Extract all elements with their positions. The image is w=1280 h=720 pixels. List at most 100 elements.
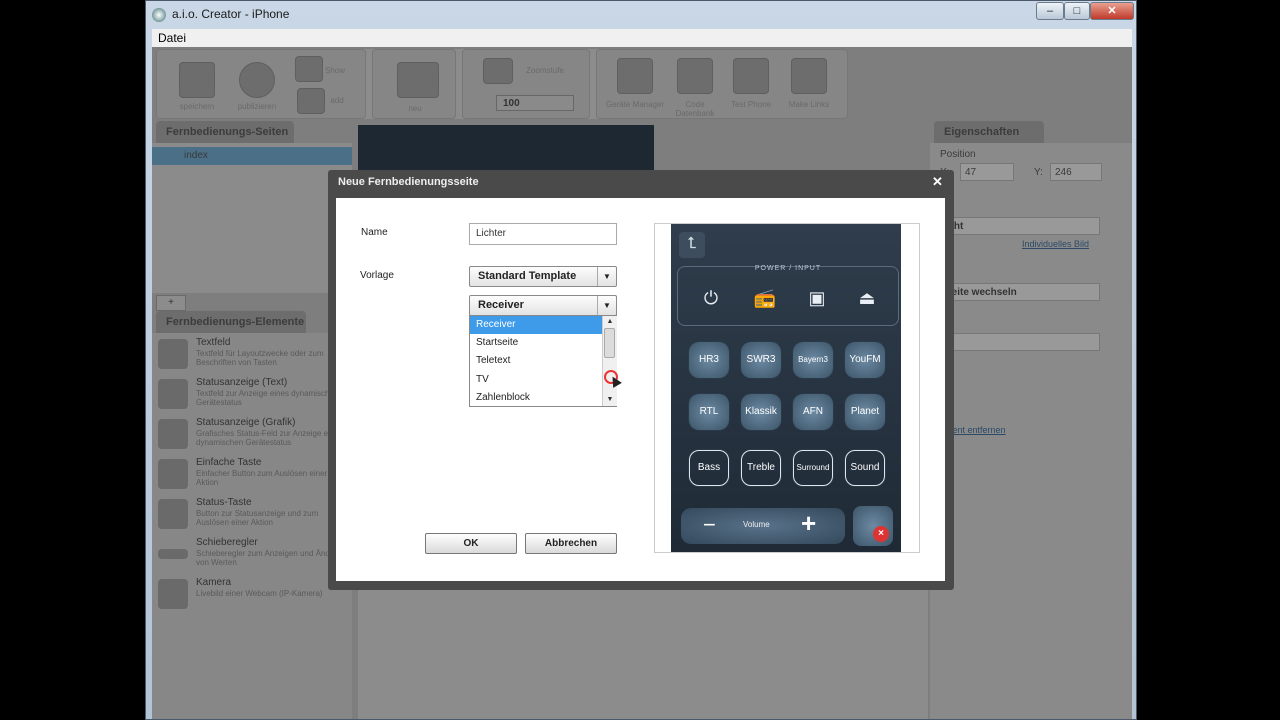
save-label: speichern — [179, 102, 215, 111]
show-label: Show — [324, 66, 345, 75]
test-phone-icon[interactable] — [733, 58, 769, 94]
element-item-slider[interactable]: Schieberegler Schieberegler zum Anzeigen… — [152, 535, 352, 575]
element-item-camera[interactable]: Kamera Livebild einer Webcam (IP-Kamera) — [152, 575, 352, 615]
status-button-icon — [158, 499, 188, 529]
code-database-icon[interactable] — [677, 58, 713, 94]
element-title: Statusanzeige (Text) — [196, 377, 288, 388]
code-database-label: Code Datenbank — [675, 100, 715, 118]
element-desc: Einfacher Button zum Auslösen einer Akti… — [196, 469, 328, 487]
element-desc: Button zur Statusanzeige und zum Auslöse… — [196, 509, 319, 527]
sound-button-treble: Treble — [741, 450, 781, 486]
element-title: Schieberegler — [196, 537, 258, 548]
publish-icon[interactable] — [239, 62, 275, 98]
scroll-up-icon[interactable]: ▲ — [603, 316, 617, 327]
station-button-swr3: SWR3 — [741, 342, 781, 378]
volume-plus-icon: + — [801, 508, 817, 538]
sound-button-bass: Bass — [689, 450, 729, 486]
position-label: Position — [940, 149, 976, 160]
station-button-bayern3: Bayern3 — [793, 342, 833, 378]
device-manager-label: Geräte Manager — [605, 100, 665, 109]
name-label: Name — [361, 227, 388, 238]
new-page-dialog: Neue Fernbedienungsseite ✕ Name Lichter … — [328, 170, 954, 590]
toolbar-group-file: speichern publizieren Show add — [156, 49, 366, 119]
app-icon — [152, 8, 166, 22]
element-item-status-text[interactable]: Statusanzeige (Text) Textfeld zur Anzeig… — [152, 375, 352, 415]
toolbar-group-new: neu — [372, 49, 456, 119]
y-input[interactable]: 246 — [1050, 163, 1102, 181]
dropdown-option-tv[interactable]: TV — [470, 371, 602, 389]
ok-button[interactable]: OK — [425, 533, 517, 554]
save-icon[interactable] — [179, 62, 215, 98]
volume-label: Volume — [743, 520, 770, 529]
sound-button-sound: Sound — [845, 450, 885, 486]
new-label: neu — [408, 104, 422, 113]
chevron-down-icon: ▼ — [597, 296, 616, 315]
name-input[interactable]: Lichter — [469, 223, 617, 245]
mute-button: × — [853, 506, 893, 546]
individual-image-link[interactable]: Individuelles Bild — [1022, 239, 1089, 249]
add-label: add — [330, 96, 344, 105]
camera-icon — [158, 579, 188, 609]
menu-datei[interactable]: Datei — [158, 31, 186, 45]
cancel-button[interactable]: Abbrechen — [525, 533, 617, 554]
zoom-icon — [483, 58, 513, 84]
element-title: Einfache Taste — [196, 457, 262, 468]
zoom-label: Zoomstufe — [526, 66, 564, 75]
properties-panel: Position X: 47 Y: 246 ight Individuelles… — [930, 143, 1132, 719]
play-icon — [158, 459, 188, 489]
volume-minus-icon: − — [703, 512, 716, 537]
close-window-button[interactable]: ✕ — [1090, 2, 1134, 20]
dialog-close-icon[interactable]: ✕ — [932, 174, 943, 190]
action-select[interactable]: Seite wechseln — [940, 283, 1100, 301]
page-list-item-index[interactable]: index — [152, 147, 352, 165]
maximize-button[interactable]: □ — [1064, 2, 1090, 20]
test-phone-label: Test Phone — [730, 100, 772, 109]
properties-header: Eigenschaften — [934, 121, 1044, 143]
element-desc: Grafisches Status-Feld zur Anzeige eines… — [196, 429, 343, 447]
element-desc: Textfeld zur Anzeige eines dynamischen G… — [196, 389, 339, 407]
scroll-thumb[interactable] — [604, 328, 615, 358]
dialog-title: Neue Fernbedienungsseite — [338, 176, 479, 188]
pages-panel-header: Fernbedienungs-Seiten — [156, 121, 294, 143]
add-page-button[interactable]: + — [156, 295, 186, 311]
page-template-select[interactable]: Receiver ▼ — [469, 295, 617, 316]
toolbar: speichern publizieren Show add neu Zooms… — [156, 49, 848, 119]
dropdown-option-receiver[interactable]: Receiver — [470, 316, 602, 334]
element-item-textfeld[interactable]: Textfeld Textfeld für Layoutzwecke oder … — [152, 335, 352, 375]
element-item-status-button[interactable]: Status-Taste Button zur Statusanzeige un… — [152, 495, 352, 535]
element-item-simple-button[interactable]: Einfache Taste Einfacher Button zum Ausl… — [152, 455, 352, 495]
window-title: a.i.o. Creator - iPhone — [172, 7, 290, 21]
scroll-down-icon[interactable]: ▼ — [603, 394, 617, 405]
device-manager-icon[interactable] — [617, 58, 653, 94]
zoom-select[interactable]: 100 — [496, 95, 574, 111]
power-input-label: POWER / INPUT — [754, 265, 822, 272]
station-button-planet: Planet — [845, 394, 885, 430]
element-title: Textfeld — [196, 337, 231, 348]
image-select[interactable]: ight — [940, 217, 1100, 235]
station-button-hr3: HR3 — [689, 342, 729, 378]
element-item-status-graphic[interactable]: Statusanzeige (Grafik) Grafisches Status… — [152, 415, 352, 455]
station-button-rtl: RTL — [689, 394, 729, 430]
status-graphic-icon — [158, 419, 188, 449]
mute-x-icon: × — [873, 526, 889, 542]
dropdown-option-startseite[interactable]: Startseite — [470, 334, 602, 352]
make-links-icon[interactable] — [791, 58, 827, 94]
element-title: Statusanzeige (Grafik) — [196, 417, 296, 428]
dropdown-option-zahlenblock[interactable]: Zahlenblock — [470, 389, 602, 407]
template-select[interactable]: Standard Template ▼ — [469, 266, 617, 287]
dropdown-scrollbar[interactable]: ▲ ▼ — [602, 316, 617, 406]
dropdown-option-teletext[interactable]: Teletext — [470, 352, 602, 370]
new-page-icon[interactable] — [397, 62, 439, 98]
target-select[interactable] — [940, 333, 1100, 351]
chevron-down-icon: ▼ — [597, 267, 616, 286]
elements-panel: Textfeld Textfeld für Layoutzwecke oder … — [152, 333, 352, 719]
remote-preview-phone: ⮤ POWER / INPUT ⏻ 📻 ▣ ⏏ HR3 SWR3 Bayern3… — [671, 224, 901, 552]
element-desc: Livebild einer Webcam (IP-Kamera) — [196, 589, 323, 598]
x-input[interactable]: 47 — [960, 163, 1014, 181]
minimize-button[interactable]: – — [1036, 2, 1064, 20]
page-template-value: Receiver — [478, 299, 524, 311]
slider-icon — [158, 549, 188, 559]
station-button-afn: AFN — [793, 394, 833, 430]
template-label: Vorlage — [360, 270, 394, 281]
template-select-value: Standard Template — [478, 270, 577, 282]
